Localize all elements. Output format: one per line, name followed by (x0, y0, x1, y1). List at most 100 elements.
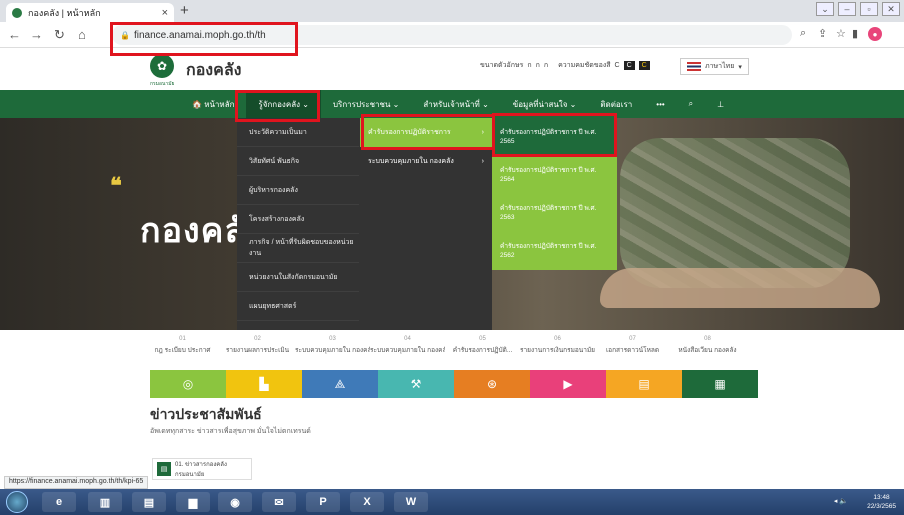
library-icon[interactable]: ▤ (132, 492, 166, 512)
menu-about[interactable]: รู้จักกองคลัง ⌄ (246, 90, 321, 118)
quick-link-num: 04 (404, 336, 411, 342)
chevron-down-icon: ⌄ (302, 99, 309, 109)
menu-home-label: หน้าหลัก (204, 99, 235, 109)
language-select[interactable]: ภาษาไทย ▾ (680, 58, 749, 75)
share-icon[interactable]: ⇪ (818, 27, 827, 40)
category-tile[interactable]: ▶ (530, 370, 606, 398)
contrast-dark[interactable]: C (623, 61, 635, 70)
category-tile[interactable]: ◎ (150, 370, 226, 398)
restore-icon[interactable]: ▫ (860, 2, 878, 16)
powerpoint-icon[interactable]: P (306, 492, 340, 512)
ie-icon[interactable]: e (42, 492, 76, 512)
quick-link[interactable]: 08 หนังสือเวียน กองคลัง (670, 330, 745, 370)
dropdown-item-units[interactable]: หน่วยงานในสังกัดกรมอนามัย (237, 263, 359, 292)
dropdown-item-structure[interactable]: โครงสร้างกองคลัง (237, 205, 359, 234)
quick-link[interactable]: 02 รายงานผลการประเมิน (220, 330, 295, 370)
clock[interactable]: 13:48 22/3/2565 (867, 493, 896, 511)
chevron-right-icon: › (481, 129, 484, 136)
quick-link[interactable]: 07 เอกสารดาวน์โหลด (595, 330, 670, 370)
tab-close-icon[interactable]: × (162, 7, 168, 19)
year-item-2564[interactable]: คำรับรองการปฏิบัติราชการ ปี พ.ศ. 2564 (492, 156, 617, 194)
quick-link[interactable]: 01 กฎ ระเบียบ ประกาศ (145, 330, 220, 370)
category-tile[interactable]: ⊛ (454, 370, 530, 398)
site-name[interactable]: กองคลัง (186, 58, 241, 83)
quick-link[interactable]: 06 รายงานการเงินกรมอนามัย (520, 330, 595, 370)
contrast-default[interactable]: C (615, 62, 620, 69)
year-item-2563[interactable]: คำรับรองการปฏิบัติราชการ ปี พ.ศ. 2563 (492, 194, 617, 232)
home-icon[interactable]: ⌂ (78, 27, 86, 42)
chevron-down-icon[interactable]: ⌄ (816, 2, 834, 16)
quick-link[interactable]: 05 คำรับรองการปฏิบัติ... (445, 330, 520, 370)
category-tile[interactable]: ⚒ (378, 370, 454, 398)
dropdown-item-mission[interactable]: ภารกิจ / หน้าที่รับผิดชอบของหน่วยงาน (237, 234, 359, 263)
folder-icon[interactable]: ▆ (176, 492, 210, 512)
menu-more[interactable]: ••• (644, 90, 676, 118)
menu-contact[interactable]: ติดต่อเรา (588, 90, 644, 118)
profile-avatar[interactable]: ● (868, 27, 882, 41)
font-size-mid[interactable]: ก (536, 60, 540, 71)
start-button[interactable] (6, 491, 28, 513)
thai-flag-icon (687, 62, 701, 71)
line-icon[interactable]: ✉ (262, 492, 296, 512)
submenu-item-internal-control[interactable]: ระบบควบคุมภายใน กองคลัง › (360, 147, 492, 176)
excel-icon[interactable]: X (350, 492, 384, 512)
chevron-down-icon: ▾ (738, 63, 742, 71)
money-image (620, 138, 850, 288)
category-tile[interactable]: ⟁ (302, 370, 378, 398)
minimize-icon[interactable]: – (838, 2, 856, 16)
contrast-yellow[interactable]: C (638, 61, 650, 70)
font-size-large[interactable]: ก (544, 60, 548, 71)
category-color-bar: ◎ ▙ ⟁ ⚒ ⊛ ▶ ▤ ▦ (150, 370, 758, 398)
quick-link-num: 05 (479, 336, 486, 342)
browser-tab[interactable]: กองคลัง | หน้าหลัก × (6, 3, 174, 22)
quick-link[interactable]: 04 ระบบควบคุมภายใน กองคลัง (370, 330, 445, 370)
dropdown-item-strategy[interactable]: แผนยุทธศาสตร์ (237, 292, 359, 321)
bookmark-star-icon[interactable]: ☆ (836, 27, 846, 40)
chevron-right-icon: › (481, 158, 484, 165)
clock-time: 13:48 (873, 494, 890, 501)
reload-icon[interactable]: ↻ (54, 27, 65, 43)
clock-date: 22/3/2565 (867, 503, 896, 511)
news-card[interactable]: ▤ 01. ข่าวสารกองคลัง กรมอนามัย (152, 458, 252, 480)
word-icon[interactable]: W (394, 492, 428, 512)
dropdown-item-history[interactable]: ประวัติความเป็นมา (237, 118, 359, 147)
address-bar[interactable]: 🔒 finance.anamai.moph.go.th/th (112, 25, 792, 45)
menu-about-label: รู้จักกองคลัง (258, 99, 300, 109)
sitemap-icon[interactable]: ⊥ (705, 90, 736, 118)
zoom-icon[interactable]: ⌕ (800, 27, 806, 40)
chevron-down-icon: ⌄ (392, 99, 400, 109)
menu-home[interactable]: 🏠 หน้าหลัก (180, 90, 246, 118)
dropdown-item-executives[interactable]: ผู้บริหารกองคลัง (237, 176, 359, 205)
performance-year-menu: คำรับรองการปฏิบัติราชการ ปี พ.ศ. 2565 คำ… (492, 118, 617, 270)
news-section: ข่าวประชาสัมพันธ์ อัพเดททุกสาระ ข่าวสารเ… (150, 404, 311, 437)
lock-icon[interactable]: 🔒 (120, 31, 130, 40)
site-logo-icon[interactable]: ✿ (150, 54, 174, 78)
quick-link[interactable]: 03 ระบบควบคุมภายใน กองคลัง (295, 330, 370, 370)
menu-staff[interactable]: สำหรับเจ้าหน้าที่ ⌄ (411, 90, 500, 118)
back-icon[interactable]: ← (8, 27, 21, 42)
year-item-2565[interactable]: คำรับรองการปฏิบัติราชการ ปี พ.ศ. 2565 (492, 118, 617, 156)
extension-icon[interactable]: ▮ (852, 27, 858, 40)
file-explorer-icon[interactable]: ▥ (88, 492, 122, 512)
quick-links: 01 กฎ ระเบียบ ประกาศ 02 รายงานผลการประเมิน… (0, 330, 904, 370)
menu-services[interactable]: บริการประชาชน ⌄ (321, 90, 411, 118)
font-size-small[interactable]: ก (527, 60, 531, 71)
submenu-item-performance[interactable]: คำรับรองการปฏิบัติราชการ › (360, 118, 492, 147)
category-tile[interactable]: ▙ (226, 370, 302, 398)
dropdown-item-vision[interactable]: วิสัยทัศน์ พันธกิจ (237, 147, 359, 176)
menu-info[interactable]: ข้อมูลที่น่าสนใจ ⌄ (501, 90, 589, 118)
close-window-icon[interactable]: ✕ (882, 2, 900, 16)
new-tab-button[interactable]: + (180, 2, 189, 19)
category-tile[interactable]: ▦ (682, 370, 758, 398)
year-item-2562[interactable]: คำรับรองการปฏิบัติราชการ ปี พ.ศ. 2562 (492, 232, 617, 270)
forward-icon[interactable]: → (30, 27, 43, 42)
chart-icon: ▙ (259, 377, 269, 391)
lifebuoy-icon: ⊛ (486, 377, 498, 391)
quick-link-label: รายงานผลการประเมิน (225, 347, 290, 354)
chrome-icon[interactable]: ◉ (218, 492, 252, 512)
volume-icon[interactable]: ◂ 🔈 (834, 497, 848, 505)
submenu-performance-label: คำรับรองการปฏิบัติราชการ (368, 129, 451, 136)
quote-icon: ❝ (110, 173, 122, 198)
category-tile[interactable]: ▤ (606, 370, 682, 398)
search-icon[interactable]: ⌕ (677, 90, 705, 118)
